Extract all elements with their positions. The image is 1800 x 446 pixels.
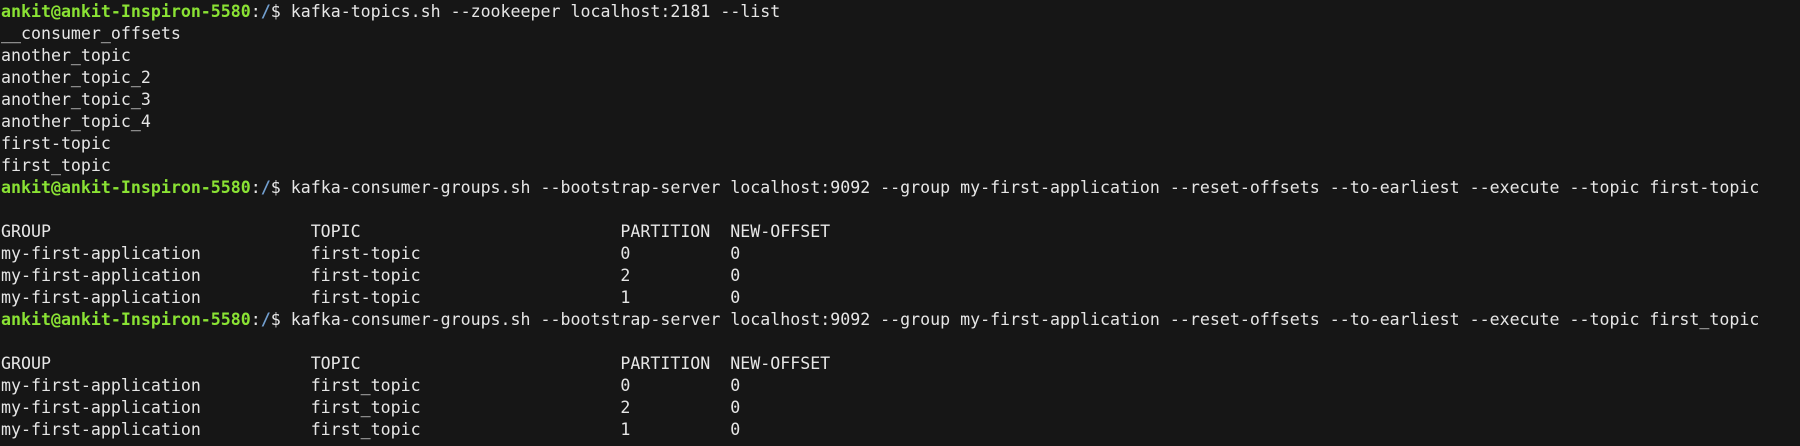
table-header: GROUP TOPIC PARTITION NEW-OFFSET: [1, 353, 1800, 375]
prompt-path: /: [260, 1, 271, 21]
header-new-offset: NEW-OFFSET: [730, 354, 831, 374]
prompt-user-host: ankit@ankit-Inspiron-5580: [1, 1, 251, 21]
output-line: another_topic: [1, 45, 1800, 67]
output-line: another_topic_4: [1, 111, 1800, 133]
prompt-symbol: $: [270, 1, 281, 21]
table-row: my-first-application first-topic 2 0: [1, 265, 1800, 287]
cell-partition: 1: [620, 288, 631, 308]
prompt-line: ankit@ankit-Inspiron-5580: / $ kafka-consum…: [1, 177, 1800, 199]
table-row: my-first-application first_topic 2 0: [1, 397, 1800, 419]
topic-name: another_topic_4: [1, 111, 151, 131]
table-row: my-first-application first_topic 1 0: [1, 419, 1800, 441]
header-topic: TOPIC: [310, 354, 361, 374]
cell-partition: 0: [620, 376, 631, 396]
cell-group: my-first-application: [1, 376, 201, 396]
output-line: first-topic: [1, 133, 1800, 155]
command-text: kafka-consumer-groups.sh --bootstrap-ser…: [290, 177, 1760, 197]
cell-topic: first_topic: [310, 420, 421, 440]
cell-group: my-first-application: [1, 244, 201, 264]
cell-new-offset: 0: [730, 288, 741, 308]
prompt-path: /: [260, 177, 271, 197]
topic-name: another_topic_3: [1, 89, 151, 109]
prompt-separator: :: [250, 310, 261, 330]
prompt-line: ankit@ankit-Inspiron-5580: / $ kafka-consum…: [1, 309, 1800, 331]
command-text: kafka-topics.sh --zookeeper localhost:21…: [290, 1, 781, 21]
header-new-offset: NEW-OFFSET: [730, 221, 831, 241]
header-partition: PARTITION: [620, 221, 711, 241]
output-line: __consumer_offsets: [1, 23, 1800, 45]
prompt-user-host: ankit@ankit-Inspiron-5580: [1, 310, 251, 330]
cell-new-offset: 0: [730, 376, 741, 396]
cell-new-offset: 0: [730, 266, 741, 286]
topic-name: __consumer_offsets: [1, 23, 181, 43]
prompt-path: /: [260, 310, 271, 330]
cell-new-offset: 0: [730, 420, 741, 440]
prompt-separator: :: [250, 177, 261, 197]
cell-topic: first_topic: [310, 376, 421, 396]
cell-partition: 0: [620, 244, 631, 264]
table-header: GROUP TOPIC PARTITION NEW-OFFSET: [1, 221, 1800, 243]
cell-new-offset: 0: [730, 398, 741, 418]
header-group: GROUP: [1, 221, 51, 241]
table-row: my-first-application first-topic 0 0: [1, 243, 1800, 265]
prompt-separator: :: [250, 1, 261, 21]
prompt-line: ankit@ankit-Inspiron-5580: / $ kafka-topics…: [1, 1, 1800, 23]
header-group: GROUP: [1, 354, 51, 374]
output-line: another_topic_2: [1, 67, 1800, 89]
topic-name: first_topic: [1, 155, 111, 175]
prompt-symbol: $: [270, 310, 281, 330]
cell-group: my-first-application: [1, 288, 201, 308]
topic-name: first-topic: [1, 133, 111, 153]
topic-name: another_topic_2: [1, 67, 151, 87]
cell-new-offset: 0: [730, 244, 741, 264]
cell-topic: first-topic: [310, 244, 421, 264]
cell-topic: first-topic: [310, 288, 421, 308]
table-row: my-first-application first-topic 1 0: [1, 287, 1800, 309]
cell-group: my-first-application: [1, 398, 201, 418]
cell-partition: 2: [620, 266, 631, 286]
cell-group: my-first-application: [1, 266, 201, 286]
header-topic: TOPIC: [310, 221, 361, 241]
prompt-user-host: ankit@ankit-Inspiron-5580: [1, 177, 251, 197]
cell-topic: first-topic: [310, 266, 421, 286]
cell-partition: 1: [620, 420, 631, 440]
cell-group: my-first-application: [1, 420, 201, 440]
cell-partition: 2: [620, 398, 631, 418]
topic-name: another_topic: [1, 45, 131, 65]
terminal-window[interactable]: ankit@ankit-Inspiron-5580: / $ kafka-topics…: [0, 0, 1800, 446]
header-partition: PARTITION: [620, 354, 711, 374]
output-line: another_topic_3: [1, 89, 1800, 111]
cell-topic: first_topic: [310, 398, 421, 418]
output-line: first_topic: [1, 155, 1800, 177]
table-row: my-first-application first_topic 0 0: [1, 375, 1800, 397]
prompt-symbol: $: [270, 177, 281, 197]
command-text: kafka-consumer-groups.sh --bootstrap-ser…: [290, 310, 1760, 330]
